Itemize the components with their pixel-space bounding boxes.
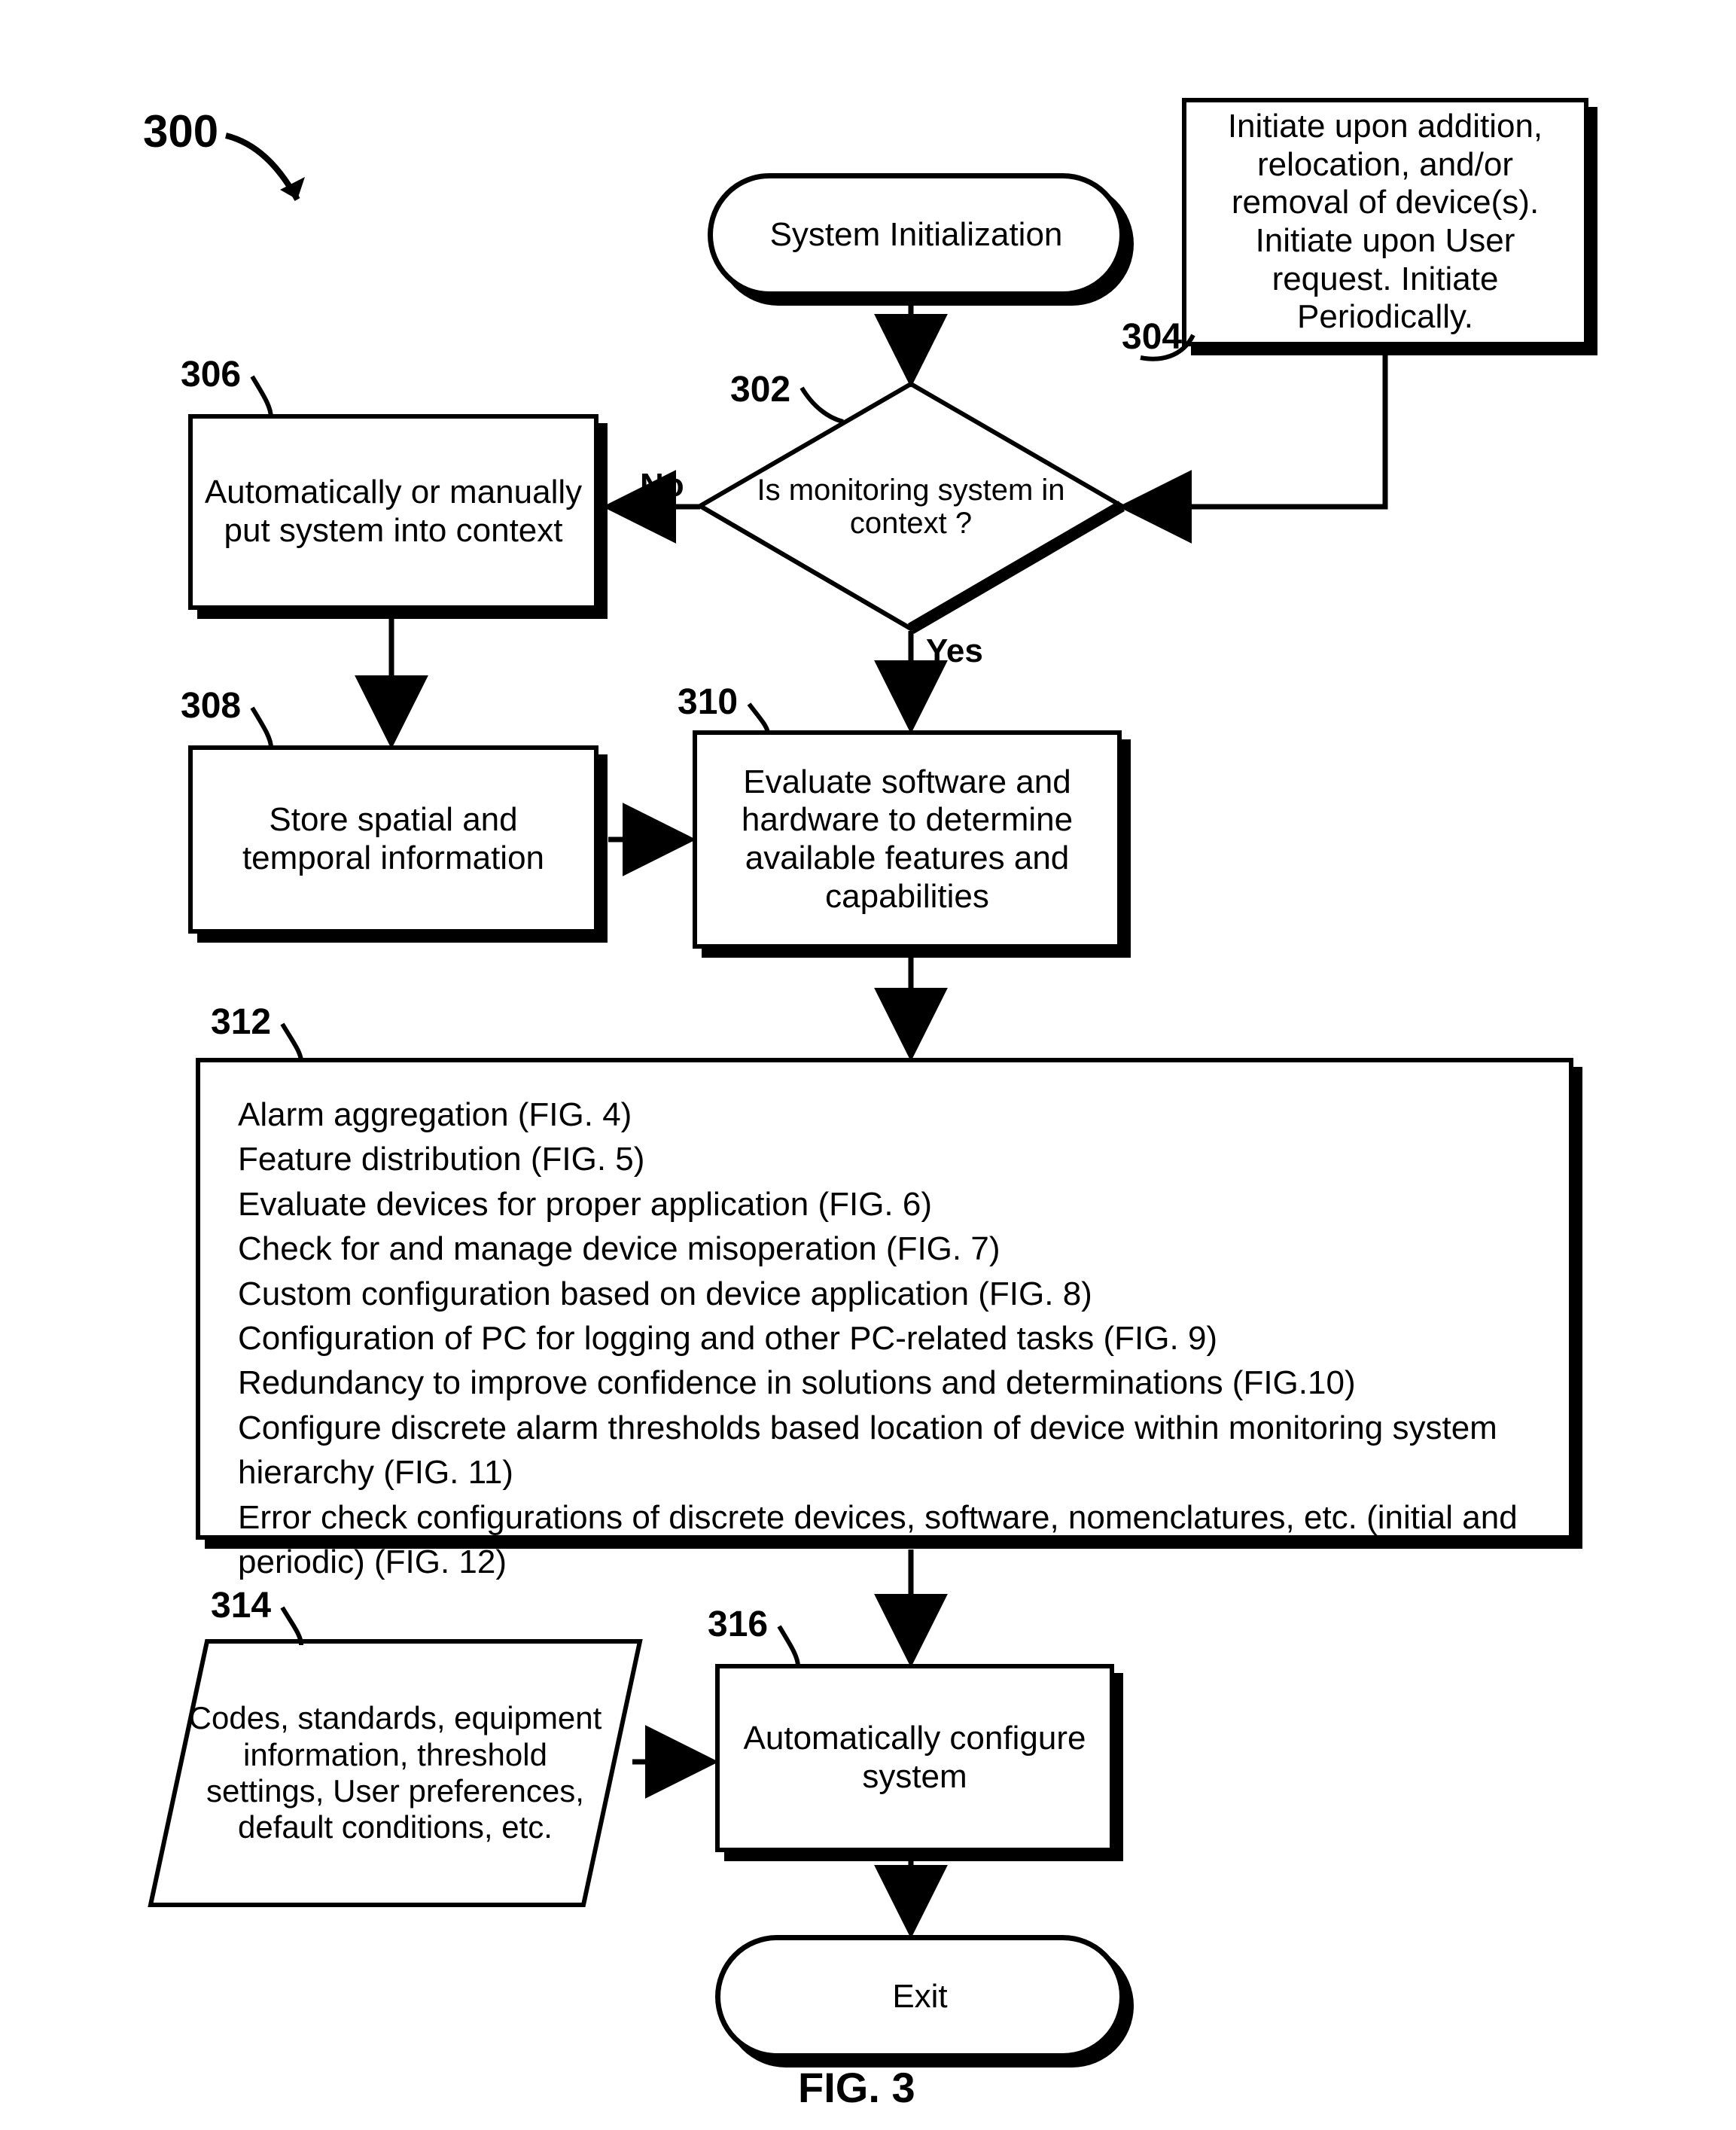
connectors [0, 0, 1736, 2130]
flowchart-canvas: 300 System Initialization Initiate upon … [0, 0, 1736, 2130]
